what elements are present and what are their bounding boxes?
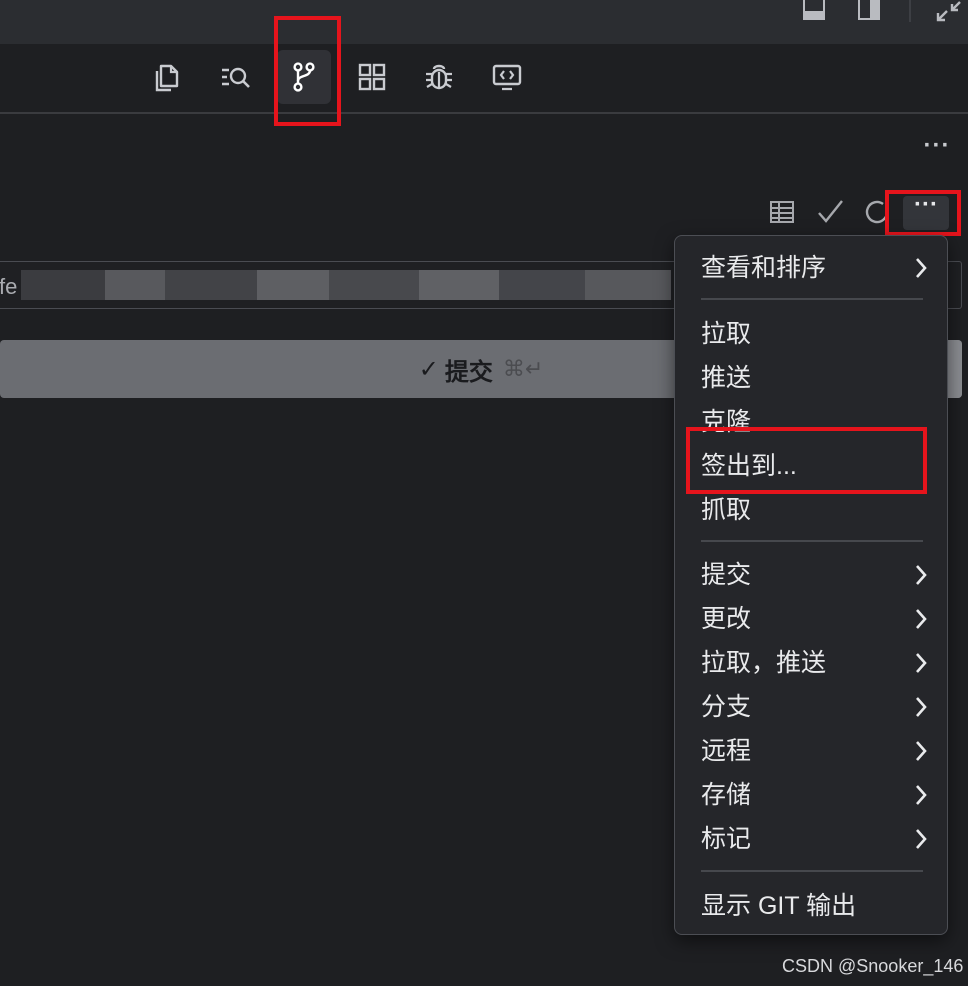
chevron-right-icon xyxy=(916,829,927,849)
extensions-button[interactable] xyxy=(345,50,399,104)
table-icon xyxy=(770,201,794,223)
commit-message-text: fe xyxy=(0,274,18,299)
scm-context-menu: 查看和排序 拉取 推送 克隆 签出到... 抓取 提交 更改 拉取，推送 分支 … xyxy=(674,235,948,935)
source-control-button[interactable] xyxy=(277,50,331,104)
menu-item-show-git-output[interactable]: 显示 GIT 输出 xyxy=(701,886,929,926)
collapse-icon[interactable] xyxy=(934,0,964,22)
remote-explorer-button[interactable] xyxy=(480,50,534,104)
commit-button-label: 提交 xyxy=(444,358,493,386)
search-button[interactable] xyxy=(209,50,263,104)
scm-more-actions-button[interactable]: ··· xyxy=(903,193,949,230)
menu-separator xyxy=(701,540,923,542)
menu-item-tags[interactable]: 标记 xyxy=(701,819,929,859)
menu-item-label: 远程 xyxy=(701,737,752,765)
activity-divider xyxy=(0,112,968,114)
menu-item-stash[interactable]: 存储 xyxy=(701,775,929,815)
chevron-right-icon xyxy=(916,653,927,673)
chevron-right-icon xyxy=(916,741,927,761)
menu-item-label: 提交 xyxy=(701,561,752,589)
toggle-secondary-sidebar-icon[interactable] xyxy=(858,0,880,20)
title-separator xyxy=(909,0,911,22)
menu-item-remote[interactable]: 远程 xyxy=(701,731,929,771)
chevron-right-icon xyxy=(916,697,927,717)
chevron-right-icon xyxy=(916,785,927,805)
menu-item-label: 标记 xyxy=(701,825,752,853)
menu-item-label: 拉取，推送 xyxy=(701,649,827,677)
search-icon xyxy=(222,67,250,88)
menu-item-branch[interactable]: 分支 xyxy=(701,687,929,727)
menu-item-label: 克隆 xyxy=(701,408,752,436)
source-control-icon xyxy=(293,62,315,92)
menu-item-label: 抓取 xyxy=(701,496,752,524)
toggle-panel-icon[interactable] xyxy=(803,0,825,20)
remote-icon xyxy=(492,64,522,91)
extensions-icon xyxy=(358,63,386,91)
files-icon xyxy=(155,64,179,92)
menu-item-label: 分支 xyxy=(701,693,752,721)
menu-item-label: 更改 xyxy=(701,605,752,633)
menu-item-label: 拉取 xyxy=(701,320,752,348)
commit-check-button[interactable] xyxy=(814,196,846,228)
explorer-button[interactable] xyxy=(141,50,195,104)
menu-item-checkout-to[interactable]: 签出到... xyxy=(701,446,929,486)
chevron-right-icon xyxy=(916,609,927,629)
view-as-tree-button[interactable] xyxy=(766,196,798,228)
view-more-button[interactable]: ··· xyxy=(920,134,954,166)
bug-icon xyxy=(426,64,452,90)
check-icon: ✓ xyxy=(418,355,439,383)
menu-item-pull-push[interactable]: 拉取，推送 xyxy=(701,643,929,683)
menu-item-label: 推送 xyxy=(701,364,752,392)
menu-item-pull[interactable]: 拉取 xyxy=(701,314,929,354)
menu-separator xyxy=(701,298,923,300)
menu-item-fetch[interactable]: 抓取 xyxy=(701,490,929,530)
check-icon xyxy=(818,200,843,223)
commit-dropdown-button[interactable] xyxy=(948,340,962,398)
run-debug-button[interactable] xyxy=(412,50,466,104)
refresh-icon xyxy=(865,200,889,224)
blurred-text xyxy=(21,270,105,300)
menu-item-view-sort[interactable]: 查看和排序 xyxy=(701,248,929,288)
chevron-right-icon xyxy=(916,565,927,585)
menu-item-label: 签出到... xyxy=(701,452,797,480)
chevron-right-icon xyxy=(916,258,927,278)
menu-item-label: 查看和排序 xyxy=(701,254,827,282)
menu-item-label: 显示 GIT 输出 xyxy=(701,892,857,920)
menu-item-commit[interactable]: 提交 xyxy=(701,555,929,595)
menu-item-changes[interactable]: 更改 xyxy=(701,599,929,639)
commit-shortcut: ⌘↵ xyxy=(502,356,544,381)
menu-item-label: 存储 xyxy=(701,781,752,809)
refresh-button[interactable] xyxy=(861,196,893,228)
menu-separator xyxy=(701,870,923,872)
menu-item-push[interactable]: 推送 xyxy=(701,358,929,398)
watermark: CSDN @Snooker_146 xyxy=(782,956,964,976)
menu-item-clone[interactable]: 克隆 xyxy=(701,402,929,442)
title-bar xyxy=(0,0,968,44)
